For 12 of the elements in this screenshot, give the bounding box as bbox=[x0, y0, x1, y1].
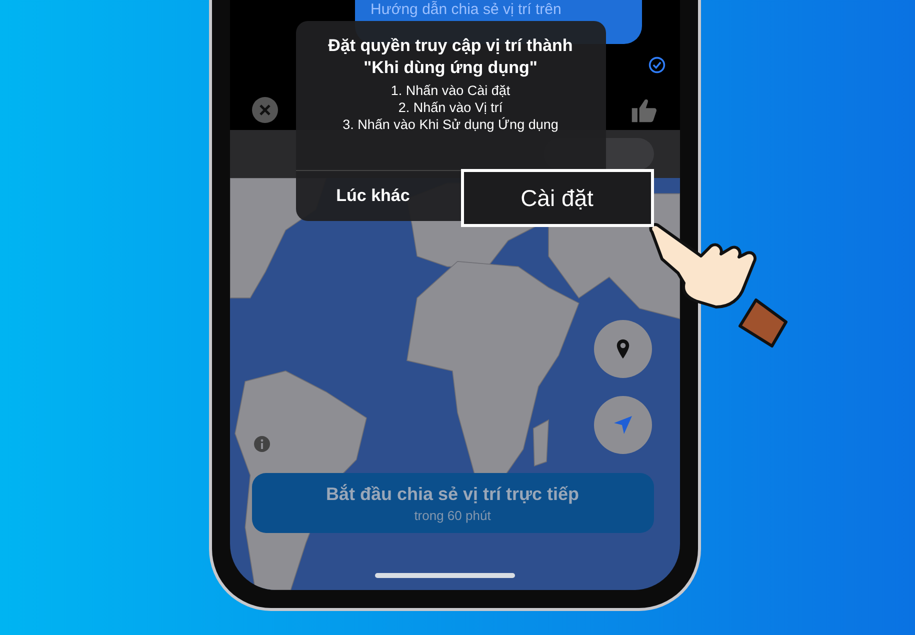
dialog-title: Đặt quyền truy cập vị trí thành "Khi dùng ứng dụng" bbox=[327, 35, 574, 80]
dialog-button[interactable]: Lúc khác bbox=[296, 171, 450, 221]
navigation-arrow-icon bbox=[612, 415, 632, 435]
instruction-step: 2. Nhấn vào Vị trí bbox=[398, 100, 503, 116]
location-pin-icon bbox=[616, 339, 630, 359]
info-icon[interactable] bbox=[254, 436, 270, 452]
close-icon[interactable] bbox=[252, 97, 278, 123]
message-text: Hướng dẫn chia sẻ vị trí trên bbox=[370, 1, 562, 18]
dialog-button[interactable]: Cài đặt bbox=[460, 169, 654, 227]
instruction-step: 1. Nhấn vào Cài đặt bbox=[390, 83, 510, 98]
instruction-step: 3. Nhấn vào Khi Sử dụng Ứng dụng bbox=[342, 117, 558, 132]
check-circle-icon bbox=[648, 56, 666, 74]
